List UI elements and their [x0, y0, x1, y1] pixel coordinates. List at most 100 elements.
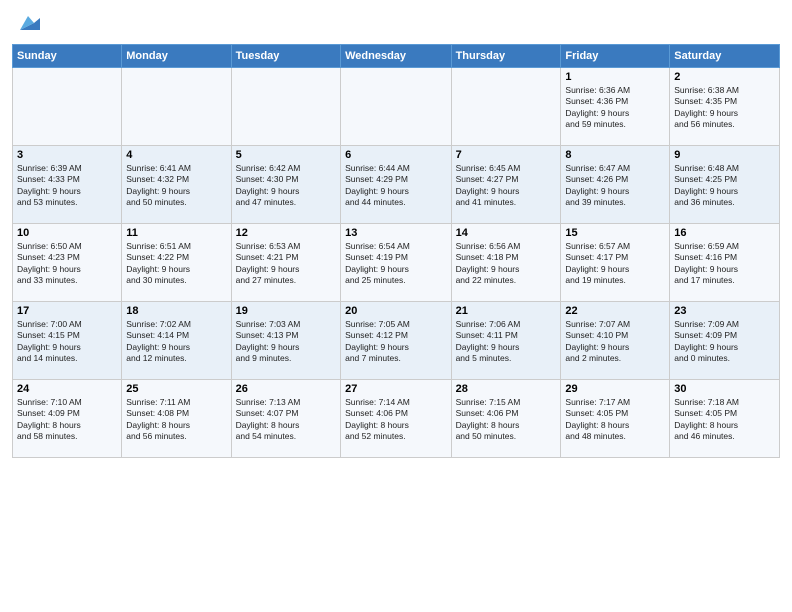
day-number: 30 [674, 383, 775, 395]
calendar-day-cell: 28 Sunrise: 7:15 AM Sunset: 4:06 PM Dayli… [451, 380, 561, 458]
weekday-header: Thursday [451, 45, 561, 68]
weekday-header: Saturday [670, 45, 780, 68]
calendar-day-cell: 30 Sunrise: 7:18 AM Sunset: 4:05 PM Dayli… [670, 380, 780, 458]
day-info: Sunrise: 6:48 AM Sunset: 4:25 PM Dayligh… [674, 163, 775, 209]
day-info: Sunrise: 7:15 AM Sunset: 4:06 PM Dayligh… [456, 397, 557, 443]
calendar-day-cell: 5 Sunrise: 6:42 AM Sunset: 4:30 PM Daylig… [231, 146, 340, 224]
day-number: 7 [456, 149, 557, 161]
day-number: 6 [345, 149, 446, 161]
day-info: Sunrise: 7:17 AM Sunset: 4:05 PM Dayligh… [565, 397, 665, 443]
day-info: Sunrise: 6:50 AM Sunset: 4:23 PM Dayligh… [17, 241, 117, 287]
weekday-header: Friday [561, 45, 670, 68]
calendar-day-cell: 20 Sunrise: 7:05 AM Sunset: 4:12 PM Dayli… [341, 302, 451, 380]
day-number: 11 [126, 227, 226, 239]
day-number: 20 [345, 305, 446, 317]
day-number: 24 [17, 383, 117, 395]
calendar-header-row: SundayMondayTuesdayWednesdayThursdayFrid… [13, 45, 780, 68]
day-number: 23 [674, 305, 775, 317]
day-info: Sunrise: 7:10 AM Sunset: 4:09 PM Dayligh… [17, 397, 117, 443]
day-info: Sunrise: 6:54 AM Sunset: 4:19 PM Dayligh… [345, 241, 446, 287]
day-info: Sunrise: 6:59 AM Sunset: 4:16 PM Dayligh… [674, 241, 775, 287]
day-info: Sunrise: 6:47 AM Sunset: 4:26 PM Dayligh… [565, 163, 665, 209]
weekday-header: Tuesday [231, 45, 340, 68]
day-info: Sunrise: 7:11 AM Sunset: 4:08 PM Dayligh… [126, 397, 226, 443]
calendar-day-cell: 2Sunrise: 6:38 AM Sunset: 4:35 PM Daylig… [670, 68, 780, 146]
calendar-week-row: 17Sunrise: 7:00 AM Sunset: 4:15 PM Dayli… [13, 302, 780, 380]
day-number: 19 [236, 305, 336, 317]
day-number: 9 [674, 149, 775, 161]
day-number: 8 [565, 149, 665, 161]
day-number: 1 [565, 71, 665, 83]
calendar-day-cell [13, 68, 122, 146]
calendar-day-cell: 13Sunrise: 6:54 AM Sunset: 4:19 PM Dayli… [341, 224, 451, 302]
calendar-week-row: 3 Sunrise: 6:39 AM Sunset: 4:33 PM Daylig… [13, 146, 780, 224]
day-number: 29 [565, 383, 665, 395]
calendar-day-cell: 23Sunrise: 7:09 AM Sunset: 4:09 PM Dayli… [670, 302, 780, 380]
calendar-day-cell: 26 Sunrise: 7:13 AM Sunset: 4:07 PM Dayli… [231, 380, 340, 458]
day-number: 14 [456, 227, 557, 239]
day-number: 25 [126, 383, 226, 395]
calendar-day-cell: 25 Sunrise: 7:11 AM Sunset: 4:08 PM Dayli… [122, 380, 231, 458]
day-number: 22 [565, 305, 665, 317]
day-info: Sunrise: 7:07 AM Sunset: 4:10 PM Dayligh… [565, 319, 665, 365]
calendar-day-cell: 10Sunrise: 6:50 AM Sunset: 4:23 PM Dayli… [13, 224, 122, 302]
day-info: Sunrise: 6:57 AM Sunset: 4:17 PM Dayligh… [565, 241, 665, 287]
day-number: 15 [565, 227, 665, 239]
calendar-day-cell: 9 Sunrise: 6:48 AM Sunset: 4:25 PM Daylig… [670, 146, 780, 224]
day-number: 16 [674, 227, 775, 239]
weekday-header: Wednesday [341, 45, 451, 68]
day-info: Sunrise: 6:44 AM Sunset: 4:29 PM Dayligh… [345, 163, 446, 209]
day-info: Sunrise: 6:45 AM Sunset: 4:27 PM Dayligh… [456, 163, 557, 209]
day-info: Sunrise: 7:02 AM Sunset: 4:14 PM Dayligh… [126, 319, 226, 365]
calendar-day-cell: 12 Sunrise: 6:53 AM Sunset: 4:21 PM Dayli… [231, 224, 340, 302]
weekday-header: Sunday [13, 45, 122, 68]
day-number: 17 [17, 305, 117, 317]
day-info: Sunrise: 6:53 AM Sunset: 4:21 PM Dayligh… [236, 241, 336, 287]
calendar-day-cell: 27 Sunrise: 7:14 AM Sunset: 4:06 PM Dayli… [341, 380, 451, 458]
day-info: Sunrise: 6:42 AM Sunset: 4:30 PM Dayligh… [236, 163, 336, 209]
day-number: 26 [236, 383, 336, 395]
day-info: Sunrise: 7:03 AM Sunset: 4:13 PM Dayligh… [236, 319, 336, 365]
calendar-day-cell [451, 68, 561, 146]
calendar-day-cell: 16 Sunrise: 6:59 AM Sunset: 4:16 PM Dayli… [670, 224, 780, 302]
calendar-day-cell: 6 Sunrise: 6:44 AM Sunset: 4:29 PM Daylig… [341, 146, 451, 224]
day-info: Sunrise: 7:13 AM Sunset: 4:07 PM Dayligh… [236, 397, 336, 443]
calendar-day-cell: 22 Sunrise: 7:07 AM Sunset: 4:10 PM Dayli… [561, 302, 670, 380]
day-number: 5 [236, 149, 336, 161]
day-info: Sunrise: 6:41 AM Sunset: 4:32 PM Dayligh… [126, 163, 226, 209]
day-number: 21 [456, 305, 557, 317]
calendar-day-cell: 4Sunrise: 6:41 AM Sunset: 4:32 PM Daylig… [122, 146, 231, 224]
day-number: 3 [17, 149, 117, 161]
calendar-week-row: 24 Sunrise: 7:10 AM Sunset: 4:09 PM Dayli… [13, 380, 780, 458]
header [12, 10, 780, 36]
calendar-day-cell: 21Sunrise: 7:06 AM Sunset: 4:11 PM Dayli… [451, 302, 561, 380]
calendar-day-cell: 19 Sunrise: 7:03 AM Sunset: 4:13 PM Dayli… [231, 302, 340, 380]
day-info: Sunrise: 7:05 AM Sunset: 4:12 PM Dayligh… [345, 319, 446, 365]
calendar-day-cell [122, 68, 231, 146]
logo [12, 10, 40, 36]
logo-icon [14, 10, 40, 36]
calendar-day-cell: 8 Sunrise: 6:47 AM Sunset: 4:26 PM Daylig… [561, 146, 670, 224]
calendar-day-cell [341, 68, 451, 146]
calendar-day-cell: 29 Sunrise: 7:17 AM Sunset: 4:05 PM Dayli… [561, 380, 670, 458]
calendar-day-cell: 1 Sunrise: 6:36 AM Sunset: 4:36 PM Daylig… [561, 68, 670, 146]
day-info: Sunrise: 6:39 AM Sunset: 4:33 PM Dayligh… [17, 163, 117, 209]
calendar-day-cell [231, 68, 340, 146]
calendar-day-cell: 24 Sunrise: 7:10 AM Sunset: 4:09 PM Dayli… [13, 380, 122, 458]
page-container: SundayMondayTuesdayWednesdayThursdayFrid… [0, 0, 792, 464]
weekday-header: Monday [122, 45, 231, 68]
day-info: Sunrise: 7:18 AM Sunset: 4:05 PM Dayligh… [674, 397, 775, 443]
day-info: Sunrise: 6:56 AM Sunset: 4:18 PM Dayligh… [456, 241, 557, 287]
day-number: 2 [674, 71, 775, 83]
calendar-day-cell: 7 Sunrise: 6:45 AM Sunset: 4:27 PM Daylig… [451, 146, 561, 224]
day-number: 18 [126, 305, 226, 317]
day-number: 12 [236, 227, 336, 239]
calendar-table: SundayMondayTuesdayWednesdayThursdayFrid… [12, 44, 780, 458]
day-number: 27 [345, 383, 446, 395]
calendar-day-cell: 18 Sunrise: 7:02 AM Sunset: 4:14 PM Dayli… [122, 302, 231, 380]
calendar-week-row: 1 Sunrise: 6:36 AM Sunset: 4:36 PM Daylig… [13, 68, 780, 146]
day-info: Sunrise: 6:36 AM Sunset: 4:36 PM Dayligh… [565, 85, 665, 131]
day-number: 28 [456, 383, 557, 395]
day-info: Sunrise: 7:14 AM Sunset: 4:06 PM Dayligh… [345, 397, 446, 443]
calendar-day-cell: 15 Sunrise: 6:57 AM Sunset: 4:17 PM Dayli… [561, 224, 670, 302]
